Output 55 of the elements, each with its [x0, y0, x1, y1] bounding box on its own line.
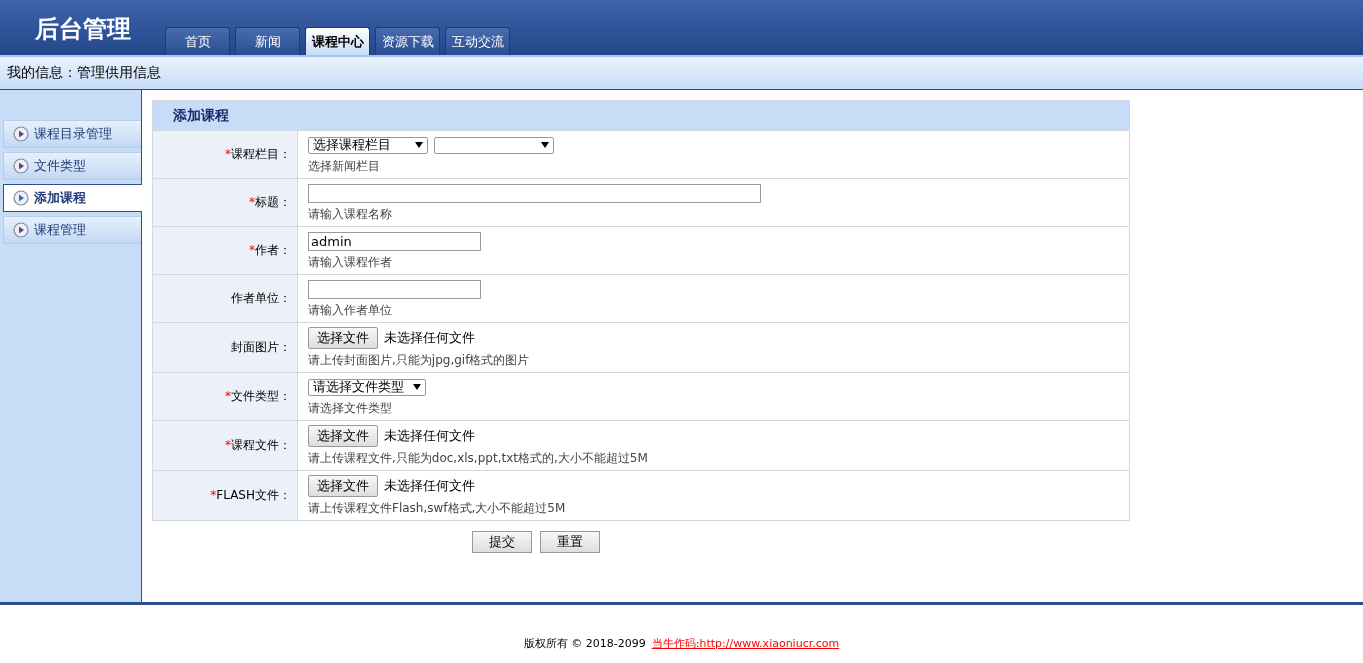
choose-file-button[interactable]: 选择文件	[308, 425, 378, 447]
sidebar-label: 课程管理	[34, 221, 86, 239]
form-button[interactable]: 提交	[472, 531, 532, 553]
nav-tab[interactable]: 互动交流	[445, 27, 510, 55]
input-field[interactable]: admin	[308, 231, 481, 251]
arrow-circle-icon	[13, 158, 29, 174]
field-hint: 选择新闻栏目	[308, 158, 381, 175]
dropdown[interactable]	[434, 136, 554, 154]
app-title: 后台管理	[33, 13, 132, 45]
input-field[interactable]	[308, 183, 761, 203]
field-hint: 请上传封面图片,只能为jpg,gif格式的图片	[308, 352, 530, 369]
dropdown[interactable]: 请选择文件类型	[308, 378, 426, 396]
nav-tab[interactable]: 首页	[165, 27, 230, 55]
file-status: 未选择任何文件	[384, 329, 475, 347]
field-label: *文件类型：	[225, 388, 291, 405]
field-hint: 请上传课程文件Flash,swf格式,大小不能超过5M	[308, 500, 566, 517]
arrow-circle-icon	[13, 222, 29, 238]
field-label: *FLASH文件：	[210, 487, 291, 504]
info-text: 我的信息：管理供用信息	[7, 64, 161, 82]
arrow-circle-icon	[13, 126, 29, 142]
field-label: 封面图片：	[231, 339, 291, 356]
field-hint: 请选择文件类型	[308, 400, 393, 417]
field-hint: 请输入课程作者	[308, 254, 393, 271]
field-label: *课程文件：	[225, 437, 291, 454]
footer-link[interactable]: 当牛作码:http://www.xiaoniucr.com	[651, 636, 840, 651]
file-status: 未选择任何文件	[384, 477, 475, 495]
caret-icon	[415, 142, 423, 148]
copyright-text: 版权所有 © 2018-2099	[523, 636, 646, 651]
input-field[interactable]	[308, 279, 481, 299]
sidebar-item[interactable]: 文件类型	[3, 152, 141, 180]
arrow-circle-icon	[13, 190, 29, 206]
field-label: *标题：	[249, 194, 291, 211]
field-label: *作者：	[249, 242, 291, 259]
nav-tab[interactable]: 资源下载	[375, 27, 440, 55]
nav-tab[interactable]: 课程中心	[305, 27, 370, 55]
caret-icon	[413, 384, 421, 390]
sidebar-item[interactable]: 添加课程	[3, 184, 142, 212]
dropdown[interactable]: 选择课程栏目	[308, 136, 428, 154]
field-hint: 请输入作者单位	[308, 302, 393, 319]
form-title: 添加课程	[173, 106, 229, 125]
field-hint: 请输入课程名称	[308, 206, 393, 223]
sidebar-item[interactable]: 课程目录管理	[3, 120, 141, 148]
field-hint: 请上传课程文件,只能为doc,xls,ppt,txt格式的,大小不能超过5M	[308, 450, 648, 467]
sidebar-label: 课程目录管理	[34, 125, 112, 143]
file-status: 未选择任何文件	[384, 427, 475, 445]
nav-tab[interactable]: 新闻	[235, 27, 300, 55]
field-label: *课程栏目：	[225, 146, 291, 163]
choose-file-button[interactable]: 选择文件	[308, 475, 378, 497]
sidebar-label: 添加课程	[34, 189, 86, 207]
caret-icon	[541, 142, 549, 148]
sidebar-label: 文件类型	[34, 157, 86, 175]
sidebar-item[interactable]: 课程管理	[3, 216, 141, 244]
field-label: 作者单位：	[231, 290, 291, 307]
choose-file-button[interactable]: 选择文件	[308, 327, 378, 349]
form-button[interactable]: 重置	[540, 531, 600, 553]
